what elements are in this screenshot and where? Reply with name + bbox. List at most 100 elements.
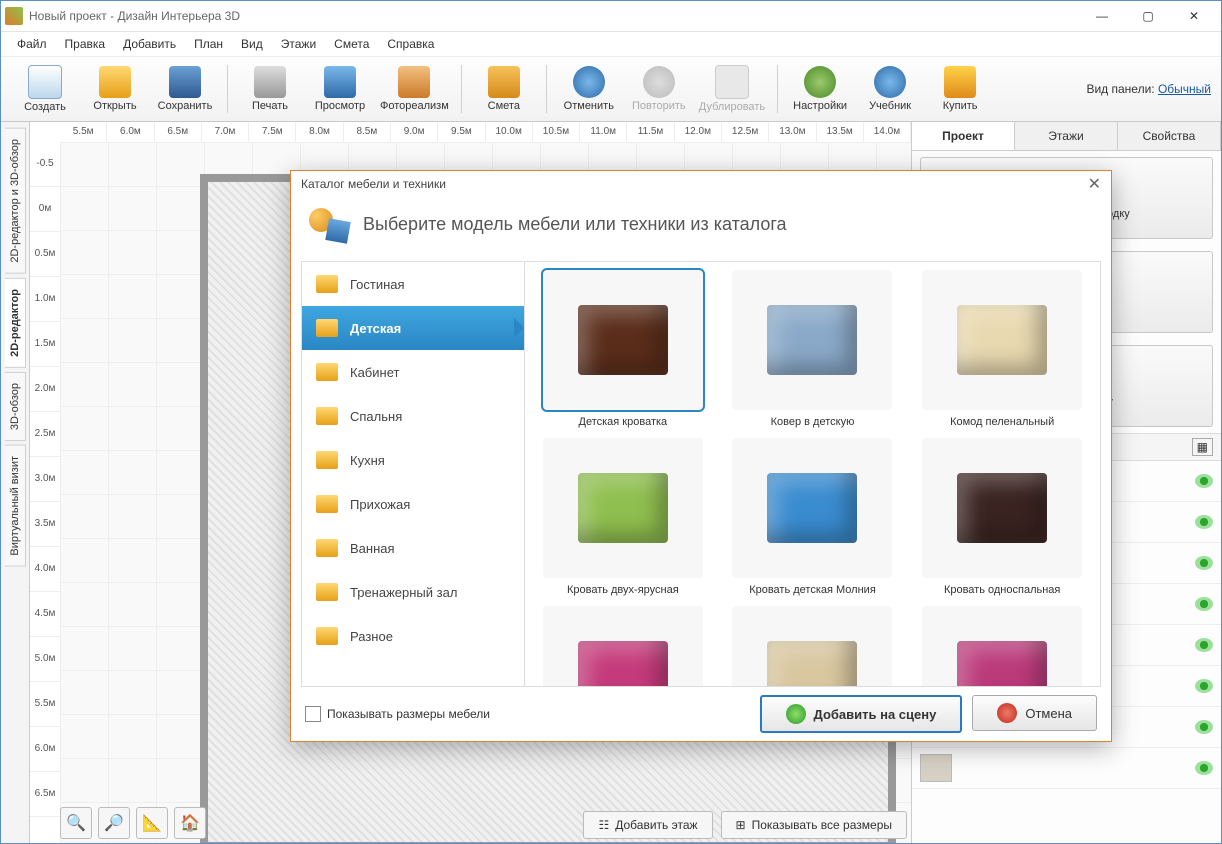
furniture-item[interactable] xyxy=(723,606,903,686)
furniture-thumb xyxy=(543,270,703,410)
ruler-tick: 1.0м xyxy=(30,277,60,322)
panel-mode-label: Вид панели: xyxy=(1086,82,1154,96)
tool-settings[interactable]: Настройки xyxy=(786,59,854,119)
menu-plan[interactable]: План xyxy=(188,35,229,53)
menu-view[interactable]: Вид xyxy=(235,35,269,53)
visibility-eye-icon[interactable] xyxy=(1195,474,1213,488)
close-button[interactable]: ✕ xyxy=(1171,1,1217,31)
show-sizes-checkbox[interactable]: Показывать размеры мебели xyxy=(305,706,490,722)
maximize-button[interactable]: ▢ xyxy=(1125,1,1171,31)
left-tab-strip: 2D-редактор и 3D-обзор 2D-редактор 3D-об… xyxy=(1,122,30,843)
panel-mode-link[interactable]: Обычный xyxy=(1158,82,1211,96)
tool-estimate[interactable]: Смета xyxy=(470,59,538,119)
menu-floors[interactable]: Этажи xyxy=(275,35,322,53)
folder-icon xyxy=(316,363,338,381)
tool-save[interactable]: Сохранить xyxy=(151,59,219,119)
left-tab-virtual[interactable]: Виртуальный визит xyxy=(5,445,26,567)
category-item[interactable]: Кухня xyxy=(302,438,524,482)
visibility-eye-icon[interactable] xyxy=(1195,679,1213,693)
cancel-icon xyxy=(997,703,1017,723)
furniture-item[interactable]: Кровать двух-ярусная xyxy=(533,438,713,596)
menu-bar: Файл Правка Добавить План Вид Этажи Смет… xyxy=(1,32,1221,57)
furniture-label: Детская кроватка xyxy=(579,416,668,428)
ruler-tick: 0м xyxy=(30,187,60,232)
zoom-in-button[interactable]: 🔍 xyxy=(60,807,92,839)
left-tab-3d[interactable]: 3D-обзор xyxy=(5,372,26,441)
furniture-item[interactable] xyxy=(912,606,1092,686)
add-to-scene-button[interactable]: Добавить на сцену xyxy=(760,695,963,733)
visibility-eye-icon[interactable] xyxy=(1195,597,1213,611)
furniture-item[interactable] xyxy=(533,606,713,686)
show-all-dims-button[interactable]: ⊞Показывать все размеры xyxy=(721,811,907,839)
cancel-button[interactable]: Отмена xyxy=(972,695,1097,731)
menu-add[interactable]: Добавить xyxy=(117,35,182,53)
right-tab-floors[interactable]: Этажи xyxy=(1015,122,1118,150)
tool-photoreal[interactable]: Фотореализм xyxy=(376,59,453,119)
folder-icon xyxy=(316,495,338,513)
category-label: Гостиная xyxy=(350,277,405,292)
list-view-toggle-icon[interactable]: ▦ xyxy=(1192,438,1213,456)
category-item[interactable]: Кабинет xyxy=(302,350,524,394)
menu-file[interactable]: Файл xyxy=(11,35,53,53)
ruler-tick: 6.0м xyxy=(30,727,60,772)
furniture-item[interactable]: Кровать детская Молния xyxy=(723,438,903,596)
category-label: Тренажерный зал xyxy=(350,585,457,600)
menu-help[interactable]: Справка xyxy=(381,35,440,53)
category-label: Ванная xyxy=(350,541,395,556)
category-label: Спальня xyxy=(350,409,402,424)
ruler-horizontal: 5.5м6.0м6.5м7.0м7.5м8.0м8.5м9.0м9.5м10.0… xyxy=(60,122,911,143)
right-tab-project[interactable]: Проект xyxy=(912,122,1015,150)
tool-undo[interactable]: Отменить xyxy=(555,59,623,119)
folder-icon xyxy=(316,583,338,601)
category-item[interactable]: Тренажерный зал xyxy=(302,570,524,614)
ruler-tick: 13.0м xyxy=(769,122,816,142)
furniture-label: Кровать двух-ярусная xyxy=(567,584,679,596)
visibility-eye-icon[interactable] xyxy=(1195,515,1213,529)
tool-print[interactable]: Печать xyxy=(236,59,304,119)
window-title: Новый проект - Дизайн Интерьера 3D xyxy=(29,9,240,23)
furniture-thumb xyxy=(732,606,892,686)
category-item[interactable]: Прихожая xyxy=(302,482,524,526)
ruler-vertical: -0.50м0.5м1.0м1.5м2.0м2.5м3.0м3.5м4.0м4.… xyxy=(30,142,61,807)
zoom-out-button[interactable]: 🔎 xyxy=(98,807,130,839)
menu-edit[interactable]: Правка xyxy=(59,35,112,53)
category-label: Кабинет xyxy=(350,365,399,380)
menu-estimate[interactable]: Смета xyxy=(328,35,375,53)
category-list: Гостиная Детская Кабинет Спальня КухняПрихож… xyxy=(302,262,525,686)
furniture-item[interactable]: Комод пеленальный xyxy=(912,270,1092,428)
left-tab-2d[interactable]: 2D-редактор xyxy=(5,278,26,368)
visibility-eye-icon[interactable] xyxy=(1195,638,1213,652)
furniture-thumb xyxy=(543,438,703,578)
furniture-label: Ковер в детскую xyxy=(771,416,855,428)
left-tab-2d3d[interactable]: 2D-редактор и 3D-обзор xyxy=(5,128,26,274)
furniture-item[interactable]: Ковер в детскую xyxy=(723,270,903,428)
tool-preview[interactable]: Просмотр xyxy=(306,59,374,119)
add-floor-button[interactable]: ☷Добавить этаж xyxy=(583,811,712,839)
furniture-catalog-dialog: Каталог мебели и техники ✕ Выберите моде… xyxy=(290,170,1112,742)
ruler-tick: 4.5м xyxy=(30,592,60,637)
dialog-close-button[interactable]: ✕ xyxy=(1088,174,1101,194)
tool-open[interactable]: Открыть xyxy=(81,59,149,119)
tool-tutorial[interactable]: Учебник xyxy=(856,59,924,119)
category-item[interactable]: Разное xyxy=(302,614,524,658)
category-item[interactable]: Спальня xyxy=(302,394,524,438)
object-list-row[interactable] xyxy=(912,748,1221,789)
tool-buy[interactable]: Купить xyxy=(926,59,994,119)
furniture-item[interactable]: Кровать односпальная xyxy=(912,438,1092,596)
furniture-item[interactable]: Детская кроватка xyxy=(533,270,713,428)
visibility-eye-icon[interactable] xyxy=(1195,761,1213,775)
app-icon xyxy=(5,7,23,25)
category-item[interactable]: Гостиная xyxy=(302,262,524,306)
visibility-eye-icon[interactable] xyxy=(1195,556,1213,570)
minimize-button[interactable]: — xyxy=(1079,1,1125,31)
furniture-label: Кровать односпальная xyxy=(944,584,1060,596)
measure-button[interactable]: 📐 xyxy=(136,807,168,839)
furniture-thumb xyxy=(922,438,1082,578)
tool-create[interactable]: Создать xyxy=(11,59,79,119)
folder-icon xyxy=(316,627,338,645)
visibility-eye-icon[interactable] xyxy=(1195,720,1213,734)
category-item[interactable]: Детская xyxy=(302,306,524,350)
right-tab-properties[interactable]: Свойства xyxy=(1118,122,1221,150)
category-item[interactable]: Ванная xyxy=(302,526,524,570)
home-button[interactable]: 🏠 xyxy=(174,807,206,839)
